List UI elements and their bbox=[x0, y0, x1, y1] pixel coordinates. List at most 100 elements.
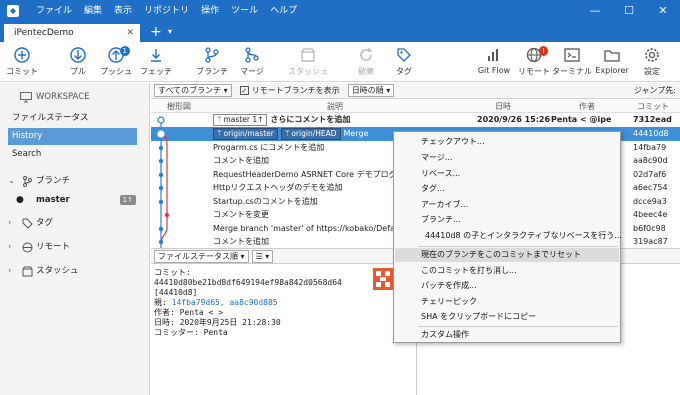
monitor-icon bbox=[20, 92, 32, 103]
tab-bar: iPentecDemo ✕ + ▾ bbox=[0, 22, 680, 42]
tab-repository[interactable]: iPentecDemo ✕ bbox=[4, 24, 140, 42]
sort-order-dropdown[interactable]: 日時の順 ▾ bbox=[347, 84, 395, 97]
column-date[interactable]: 日時 bbox=[495, 101, 511, 112]
menu-separator bbox=[418, 246, 618, 247]
parent-links[interactable]: 14fba79d65, aa8c90d885 bbox=[172, 298, 278, 307]
show-remote-branches-checkbox[interactable]: ✓ リモートブランチを表示 bbox=[239, 85, 340, 96]
toolbar: コミット プル 1 プッシュ フェッチ ブランチ マージ スタッシュ 破棄 タグ… bbox=[0, 42, 680, 82]
stash-icon bbox=[22, 266, 33, 277]
stash-button[interactable]: スタッシュ bbox=[286, 46, 330, 77]
column-description[interactable]: 説明 bbox=[327, 101, 343, 112]
commit-row[interactable]: ᛘ master 1↑ さらにコメントを追加 2020/9/26 15:26 Pen… bbox=[151, 113, 680, 127]
sidebar-search-label: Search bbox=[12, 149, 42, 159]
menu-help[interactable]: ヘルプ bbox=[264, 0, 303, 22]
menu-item-merge[interactable]: マージ... bbox=[395, 151, 619, 165]
branch-filter-dropdown[interactable]: すべてのブランチ ▾ bbox=[154, 84, 232, 97]
sidebar-workspace-header[interactable]: WORKSPACE bbox=[0, 89, 150, 106]
sidebar-item-branch-master[interactable]: ● master 1↑ bbox=[8, 192, 144, 209]
merge-button[interactable]: マージ bbox=[230, 46, 274, 77]
graph-node-head bbox=[157, 116, 165, 124]
sidebar-tags-header[interactable]: › タグ bbox=[0, 215, 150, 232]
file-status-order-dropdown[interactable]: ファイルステータス順 ▾ bbox=[154, 249, 249, 263]
column-graph[interactable]: 樹形図 bbox=[167, 101, 191, 112]
sidebar-stash-header[interactable]: › スタッシュ bbox=[0, 263, 150, 280]
sidebar-stash-label: スタッシュ bbox=[36, 266, 79, 276]
pull-icon bbox=[70, 47, 86, 63]
menu-tools[interactable]: ツール bbox=[225, 0, 264, 22]
parents-label: 親: bbox=[154, 298, 167, 307]
menu-item-checkout[interactable]: チェックアウト... bbox=[395, 135, 619, 149]
sidebar-item-search[interactable]: Search bbox=[0, 146, 150, 163]
menu-item-reset-to-commit[interactable]: 現在のブランチをこのコミットまでリセット bbox=[395, 248, 619, 262]
tab-close-icon[interactable]: ✕ bbox=[126, 24, 134, 42]
push-button[interactable]: 1 プッシュ bbox=[94, 46, 138, 77]
menu-item-rebase[interactable]: リベース... bbox=[395, 167, 619, 181]
tag-button[interactable]: タグ bbox=[382, 46, 426, 77]
fetch-label: フェッチ bbox=[140, 67, 172, 76]
sidebar-branches-label: ブランチ bbox=[36, 176, 71, 186]
column-author[interactable]: 作者 bbox=[579, 101, 595, 112]
menu-item-create-patch[interactable]: パッチを作成... bbox=[395, 279, 619, 293]
menu-edit[interactable]: 編集 bbox=[78, 0, 108, 22]
sidebar-history-label: History bbox=[12, 131, 43, 141]
minimize-button[interactable]: — bbox=[578, 0, 612, 22]
menu-item-cherry-pick[interactable]: チェリーピック bbox=[395, 295, 619, 309]
date-row: 日時: 2020年9月25日 21:28:30 bbox=[154, 318, 413, 328]
commit-hash: 14fba79 bbox=[633, 143, 667, 152]
tab-dropdown-button[interactable]: ▾ bbox=[168, 22, 172, 42]
chevron-right-icon: › bbox=[8, 218, 12, 228]
git-flow-button[interactable]: Git Flow bbox=[472, 46, 516, 75]
column-commit[interactable]: コミット bbox=[637, 101, 669, 112]
menu-item-branch[interactable]: ブランチ... bbox=[395, 213, 619, 227]
sidebar-remotes-label: リモート bbox=[36, 242, 71, 252]
sidebar-remotes-header[interactable]: › リモート bbox=[0, 239, 150, 256]
new-tab-button[interactable]: + bbox=[150, 22, 162, 42]
commit-message: Progarm.cs にコメントを追加 bbox=[213, 143, 325, 152]
menu-item-custom-actions[interactable]: カスタム操作 bbox=[395, 328, 619, 342]
menu-view[interactable]: 表示 bbox=[108, 0, 138, 22]
commit-message: RequestHeaderDemo ASRNET Core デモプログラムの bbox=[213, 170, 421, 179]
commit-context-menu: チェックアウト... マージ... リベース... タグ... アーカイブ...… bbox=[393, 131, 622, 343]
pull-label: プル bbox=[70, 67, 86, 76]
settings-button[interactable]: 設定 bbox=[630, 46, 674, 77]
branch-label: ブランチ bbox=[196, 67, 228, 76]
date-label: 日時: bbox=[154, 318, 175, 327]
menu-item-tag[interactable]: タグ... bbox=[395, 182, 619, 196]
graph-node bbox=[158, 145, 164, 151]
fetch-button[interactable]: フェッチ bbox=[134, 46, 178, 77]
menu-item-archive[interactable]: アーカイブ... bbox=[395, 198, 619, 212]
author-label: 作者: bbox=[154, 308, 175, 317]
author-avatar bbox=[373, 268, 393, 290]
graph-node bbox=[158, 172, 164, 178]
menu-item-interactive-rebase[interactable]: 44410d8 の子とインタラクティブなリベースを行う... bbox=[395, 229, 622, 243]
close-window-button[interactable]: ✕ bbox=[646, 0, 680, 22]
sidebar-branches-header[interactable]: ⌄ ブランチ bbox=[0, 173, 150, 190]
chevron-right-icon: › bbox=[8, 242, 12, 252]
commit-button[interactable]: コミット bbox=[0, 46, 44, 77]
sidebar-item-history[interactable]: History bbox=[8, 128, 137, 145]
terminal-icon bbox=[564, 48, 580, 62]
menu-item-copy-sha[interactable]: SHA をクリップボードにコピー bbox=[395, 310, 619, 324]
explorer-button[interactable]: Explorer bbox=[590, 46, 634, 75]
maximize-button[interactable]: ☐ bbox=[612, 0, 646, 22]
menu-repository[interactable]: リポジトリ bbox=[138, 0, 195, 22]
commit-label: コミット bbox=[6, 67, 38, 76]
menu-file[interactable]: ファイル bbox=[30, 0, 78, 22]
sidebar-item-file-status[interactable]: ファイルステータス bbox=[0, 110, 150, 127]
title-bar: ファイル 編集 表示 リポジトリ 操作 ツール ヘルプ — ☐ ✕ bbox=[0, 0, 680, 22]
menu-item-reverse-commit[interactable]: このコミットを打ち消し... bbox=[395, 264, 619, 278]
author-email: @ipe bbox=[589, 115, 612, 124]
date-value: 2020年9月25日 21:28:30 bbox=[179, 318, 281, 327]
branch-button[interactable]: ブランチ bbox=[190, 46, 234, 77]
git-flow-label: Git Flow bbox=[477, 66, 511, 75]
committer-value: Penta bbox=[203, 328, 228, 337]
jump-to-label: ジャンプ先: bbox=[633, 86, 676, 95]
tag-icon bbox=[397, 48, 411, 62]
window-controls: — ☐ ✕ bbox=[578, 0, 680, 22]
stash-label: スタッシュ bbox=[288, 67, 328, 76]
view-mode-dropdown[interactable]: ☰ ▾ bbox=[251, 249, 274, 263]
terminal-button[interactable]: ターミナル bbox=[550, 46, 594, 77]
graph-node bbox=[158, 226, 164, 232]
menu-actions[interactable]: 操作 bbox=[195, 0, 225, 22]
graph-node bbox=[158, 199, 164, 205]
